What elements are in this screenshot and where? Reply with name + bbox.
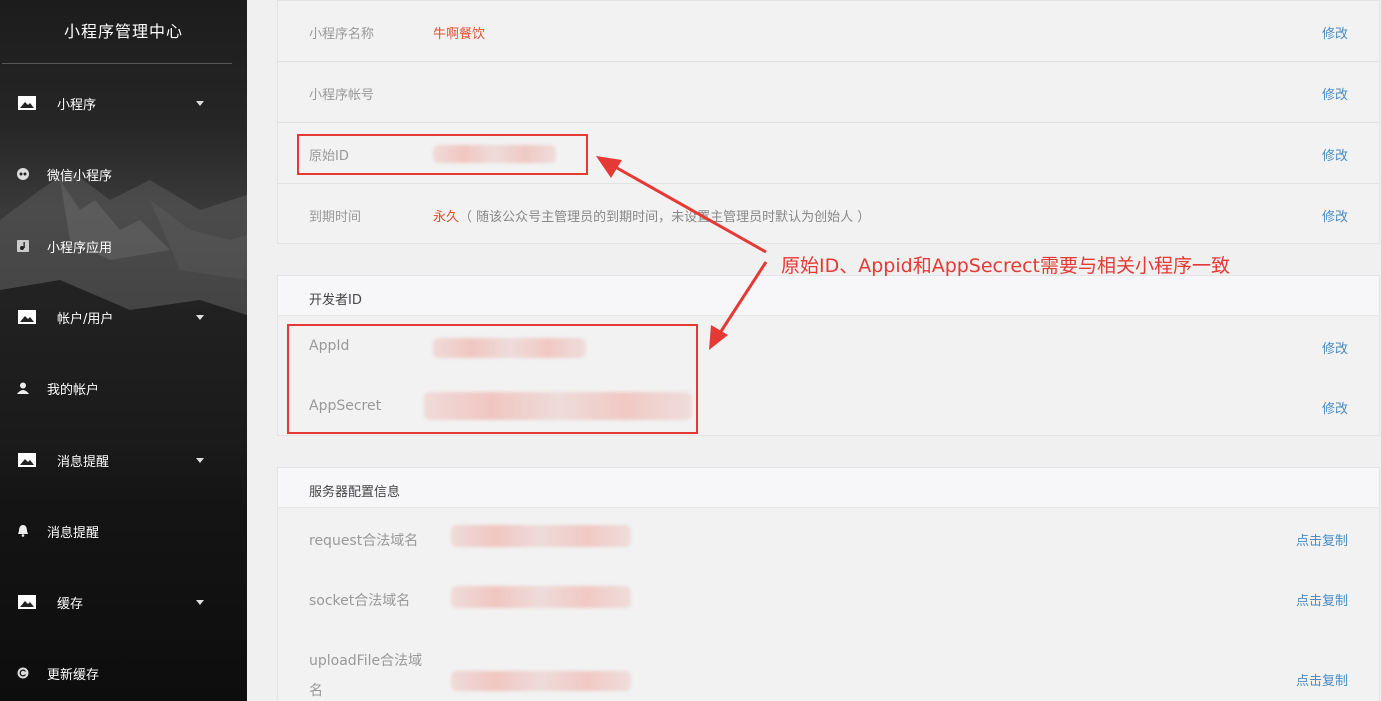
sidebar-title: 小程序管理中心 [63, 22, 183, 41]
redacted-request-domain [451, 525, 631, 547]
info-row-account: 小程序帐号 修改 [278, 62, 1379, 123]
image-icon [18, 595, 36, 609]
annotation-box-appid-appsecret [287, 324, 698, 434]
nav-label: 微信小程序 [47, 168, 113, 184]
annotation-box-original-id [297, 134, 588, 175]
chevron-down-icon [196, 100, 204, 106]
row-label: 小程序帐号 [309, 88, 375, 103]
image-icon [18, 453, 36, 467]
nav-label: 我的帐户 [47, 382, 100, 398]
music-icon [17, 240, 29, 252]
row-label: socket合法域名 [309, 593, 411, 609]
basic-info-panel: 小程序名称 牛啊餐饮 修改 小程序帐号 修改 原始ID 修改 到期时间 永久（ … [277, 0, 1380, 244]
wechat-icon [17, 168, 29, 180]
info-row-expiry: 到期时间 永久（ 随该公众号主管理员的到期时间，未设置主管理员时默认为创始人 ）… [278, 184, 1379, 245]
nav-item-wechat-miniprogram[interactable]: 微信小程序 [0, 159, 247, 189]
section-title: 服务器配置信息 [309, 485, 401, 500]
server-config-panel: 服务器配置信息 request合法域名 点击复制 socket合法域名 点击复制… [277, 467, 1380, 701]
chevron-down-icon [196, 457, 204, 463]
edit-name-link[interactable]: 修改 [1322, 23, 1348, 42]
nav-group-cache[interactable]: 缓存 [0, 587, 247, 617]
nav-label: 缓存 [57, 596, 84, 612]
nav-label: 帐户/用户 [57, 311, 114, 327]
section-title: 开发者ID [309, 293, 362, 308]
copyright-icon [17, 667, 29, 679]
nav-label: 消息提醒 [47, 525, 100, 541]
nav-item-notifications[interactable]: 消息提醒 [0, 516, 247, 546]
nav-group-miniprogram[interactable]: 小程序 [0, 88, 247, 118]
nav-group-accounts-users[interactable]: 帐户/用户 [0, 302, 247, 332]
info-row-name: 小程序名称 牛啊餐饮 修改 [278, 1, 1379, 62]
edit-appid-link[interactable]: 修改 [1322, 338, 1348, 357]
edit-original-id-link[interactable]: 修改 [1322, 145, 1348, 164]
user-icon [17, 382, 29, 394]
redacted-socket-domain [451, 586, 631, 608]
sidebar-divider [2, 63, 232, 64]
edit-account-link[interactable]: 修改 [1322, 84, 1348, 103]
nav-label: 消息提醒 [57, 454, 110, 470]
row-label: 小程序名称 [309, 27, 375, 42]
nav-group-notifications[interactable]: 消息提醒 [0, 445, 247, 475]
server-config-header: 服务器配置信息 [278, 468, 1379, 508]
expiry-permanent: 永久 [433, 210, 460, 225]
image-icon [18, 96, 36, 110]
request-domain-row: request合法域名 点击复制 [278, 508, 1379, 568]
developer-id-header: 开发者ID [278, 276, 1379, 316]
expiry-value: 永久（ 随该公众号主管理员的到期时间，未设置主管理员时默认为创始人 ） [433, 206, 870, 225]
chevron-down-icon [196, 599, 204, 605]
nav-item-miniprogram-apps[interactable]: 小程序应用 [0, 231, 247, 261]
copy-request-domain-link[interactable]: 点击复制 [1296, 530, 1348, 549]
copy-uploadfile-domain-link[interactable]: 点击复制 [1296, 670, 1348, 689]
row-label-continued: 名 [309, 683, 323, 699]
nav-item-my-account[interactable]: 我的帐户 [0, 373, 247, 403]
nav-label: 小程序 [57, 97, 97, 113]
bell-icon [18, 525, 28, 537]
nav-item-refresh-cache[interactable]: 更新缓存 [0, 658, 247, 688]
row-label: uploadFile合法域 [309, 653, 423, 669]
chevron-down-icon [196, 314, 204, 320]
redacted-uploadfile-domain [451, 671, 631, 691]
expiry-note: （ 随该公众号主管理员的到期时间，未设置主管理员时默认为创始人 ） [459, 210, 871, 225]
copy-socket-domain-link[interactable]: 点击复制 [1296, 590, 1348, 609]
edit-appsecret-link[interactable]: 修改 [1322, 398, 1348, 417]
uploadfile-domain-row: uploadFile合法域 名 点击复制 [278, 628, 1379, 701]
nav-label: 小程序应用 [47, 240, 113, 256]
row-label: 到期时间 [309, 210, 362, 225]
sidebar: 小程序管理中心 小程序 微信小程序 小程序应用 帐户/用户 我的帐户 消息提醒 … [0, 0, 247, 701]
nav-label: 更新缓存 [47, 667, 100, 683]
row-label: request合法域名 [309, 533, 419, 549]
annotation-text: 原始ID、Appid和AppSecrect需要与相关小程序一致 [781, 255, 1230, 277]
image-icon [18, 310, 36, 324]
edit-expiry-link[interactable]: 修改 [1322, 206, 1348, 225]
socket-domain-row: socket合法域名 点击复制 [278, 568, 1379, 628]
miniprogram-name-value: 牛啊餐饮 [433, 27, 486, 42]
